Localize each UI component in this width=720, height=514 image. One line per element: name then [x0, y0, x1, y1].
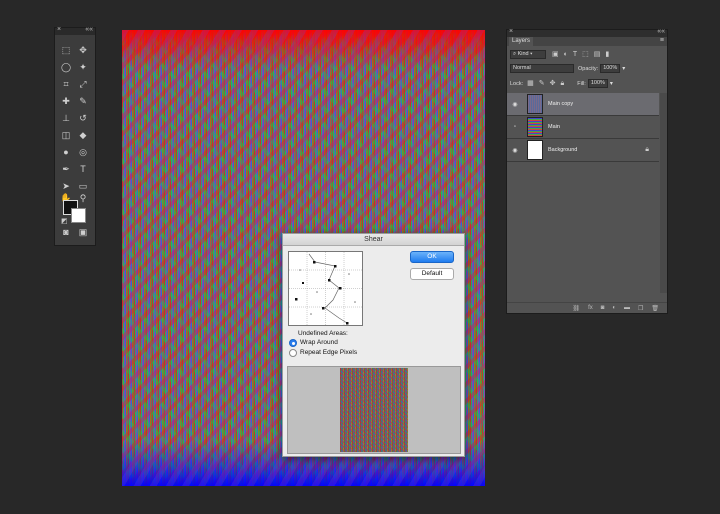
visibility-eye-icon[interactable]: ▫ — [510, 124, 520, 130]
preview-image — [340, 368, 408, 452]
shear-dialog: Shear OK Default Undefined Areas: Wrap A… — [282, 233, 465, 457]
ok-button[interactable]: OK — [410, 251, 454, 263]
path-selection-icon[interactable]: ➤ — [60, 180, 72, 192]
fill-value: 100% — [590, 80, 605, 86]
lock-label: Lock: — [510, 80, 524, 87]
fx-icon[interactable]: fx — [588, 305, 593, 311]
layers-panel: × «« Layers ≡ ⌕ Kind ▾ ▣ ◐ T ⬚ ▤ ▮ Norma… — [506, 28, 668, 314]
opacity-dropdown-icon[interactable]: ▾ — [622, 65, 625, 72]
wrap-around-label[interactable]: Wrap Around — [300, 339, 338, 346]
lock-all-icon[interactable]: 🔒︎ — [561, 80, 565, 87]
panel-menu-icon[interactable]: ≡ — [660, 37, 664, 44]
move-icon[interactable]: ✥ — [77, 44, 89, 56]
shear-dialog-title: Shear — [283, 234, 464, 246]
layer-name: Main copy — [548, 101, 574, 107]
layer-row[interactable]: ◉ Background 🔒︎ — [507, 139, 659, 162]
background-color-swatch[interactable] — [71, 208, 86, 223]
tab-layers[interactable]: Layers — [509, 37, 534, 46]
opacity-label: Opacity: — [578, 65, 599, 72]
lock-transparency-icon[interactable]: ▦ — [527, 80, 534, 87]
filter-toggle-icon[interactable]: ▮ — [605, 51, 609, 58]
repeat-edge-pixels-label[interactable]: Repeat Edge Pixels — [300, 349, 357, 356]
type-filter-icon[interactable]: T — [573, 51, 577, 58]
opacity-input[interactable]: 100% — [600, 64, 621, 73]
eraser-icon[interactable]: ◫ — [60, 129, 72, 141]
link-icon[interactable]: ⛓︎ — [572, 305, 580, 312]
collapse-icon[interactable]: «« — [657, 28, 665, 35]
default-colors-icon[interactable]: ◩ — [61, 217, 68, 225]
tools-panel: × «« ⬚ ✥ ◯ ✦ ⌗ ⤢ ✚ ✎ ⊥ ↺ ◫ ◆ ● ◎ ✒ T ➤ ▭ ✋ ⚲ ◙ ▣ ◩ — [54, 26, 96, 246]
smart-object-filter-icon[interactable]: ▤ — [594, 51, 601, 58]
layers-scrollbar[interactable] — [660, 93, 667, 293]
layer-row[interactable]: ◉ Main copy — [507, 93, 659, 116]
fill-dropdown-icon[interactable]: ▾ — [610, 80, 613, 87]
layer-name: Background — [548, 147, 578, 153]
filter-kind-value: Kind — [517, 50, 529, 57]
paint-bucket-icon[interactable]: ◆ — [77, 129, 89, 141]
dodge-icon[interactable]: ◎ — [77, 146, 89, 158]
trash-icon[interactable]: 🗑︎ — [651, 305, 659, 312]
zoom-icon[interactable]: ⚲ — [77, 192, 89, 204]
layer-thumbnail — [527, 140, 543, 160]
layer-name: Main — [548, 124, 560, 130]
visibility-eye-icon[interactable]: ◉ — [510, 147, 520, 154]
undefined-areas-label: Undefined Areas: — [298, 330, 348, 337]
history-brush-icon[interactable]: ↺ — [77, 112, 89, 124]
blur-icon[interactable]: ● — [60, 146, 72, 158]
repeat-edge-pixels-radio[interactable] — [289, 349, 297, 357]
rectangle-icon[interactable]: ▭ — [77, 180, 89, 192]
crop-icon[interactable]: ⌗ — [60, 78, 72, 90]
adjustment-icon[interactable]: ◐ — [612, 305, 616, 311]
layer-thumbnail — [527, 94, 543, 114]
shape-filter-icon[interactable]: ⬚ — [582, 51, 589, 58]
shear-curve-grid[interactable] — [288, 251, 363, 326]
lock-pixels-icon[interactable]: ✎ — [539, 80, 545, 87]
layer-thumbnail — [527, 117, 543, 137]
opacity-value: 100% — [603, 65, 618, 71]
filter-kind-select[interactable]: ⌕ Kind ▾ — [510, 49, 546, 59]
magic-wand-icon[interactable]: ✦ — [77, 61, 89, 73]
lock-position-icon[interactable]: ✥ — [550, 80, 556, 87]
folder-icon[interactable]: ▬ — [624, 305, 630, 311]
type-icon[interactable]: T — [77, 163, 89, 175]
new-layer-icon[interactable]: ❐ — [638, 305, 643, 312]
healing-brush-icon[interactable]: ✚ — [60, 95, 72, 107]
pixel-filter-icon[interactable]: ▣ — [552, 51, 559, 58]
tools-panel-header[interactable]: × «« — [55, 26, 95, 35]
quick-mask-icon[interactable]: ◙ — [60, 226, 72, 238]
layers-footer: ⛓︎ fx ◙ ◐ ▬ ❐ 🗑︎ — [507, 302, 667, 313]
mask-icon[interactable]: ◙ — [601, 305, 605, 311]
fill-label: Fill: — [577, 80, 586, 87]
clone-stamp-icon[interactable]: ⊥ — [60, 112, 72, 124]
blend-mode-select[interactable]: Normal — [510, 64, 574, 73]
adjustment-filter-icon[interactable]: ◐ — [564, 51, 568, 58]
screen-mode-icon[interactable]: ▣ — [77, 226, 89, 238]
eyedropper-icon[interactable]: ⤢ — [77, 78, 89, 90]
blend-mode-value: Normal — [513, 65, 531, 71]
wrap-around-radio[interactable] — [289, 339, 297, 347]
fill-input[interactable]: 100% — [587, 79, 608, 88]
layers-panel-header[interactable]: × «« — [507, 28, 667, 37]
shear-preview — [287, 366, 461, 454]
collapse-icon[interactable]: «« — [85, 26, 93, 33]
lasso-icon[interactable]: ◯ — [60, 61, 72, 73]
layer-row[interactable]: ▫ Main — [507, 116, 659, 139]
lock-icon: 🔒︎ — [645, 146, 649, 153]
close-icon[interactable]: × — [509, 28, 513, 35]
default-button[interactable]: Default — [410, 268, 454, 280]
visibility-eye-icon[interactable]: ◉ — [510, 101, 520, 108]
marquee-icon[interactable]: ⬚ — [60, 44, 72, 56]
pen-icon[interactable]: ✒ — [60, 163, 72, 175]
close-icon[interactable]: × — [57, 26, 61, 33]
brush-icon[interactable]: ✎ — [77, 95, 89, 107]
